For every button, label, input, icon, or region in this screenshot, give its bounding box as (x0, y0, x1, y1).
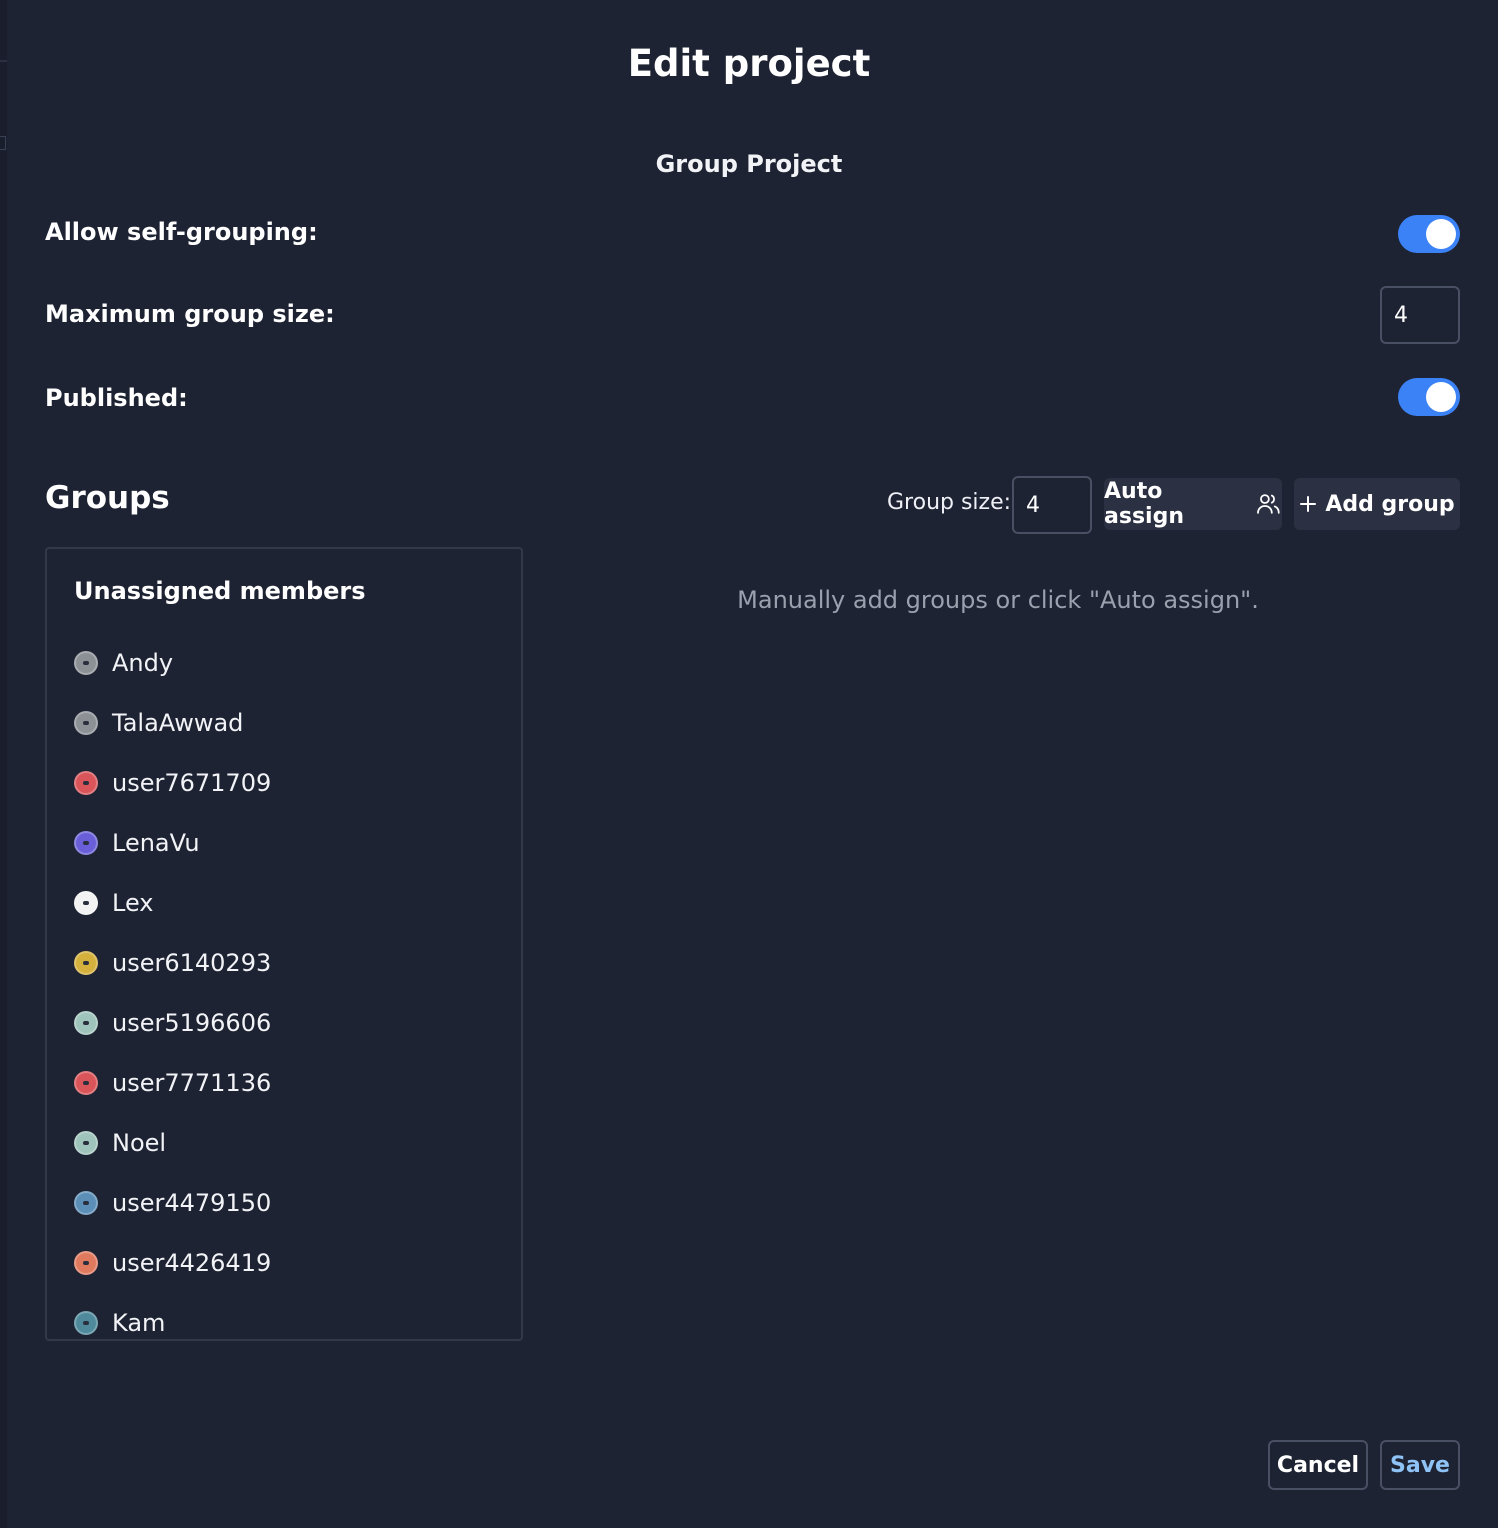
member-name: Lex (112, 889, 154, 917)
max-group-size-input[interactable]: 4 (1380, 286, 1460, 344)
max-group-size-label: Maximum group size: (45, 300, 335, 328)
list-item[interactable]: Kam (74, 1293, 271, 1353)
member-name: Kam (112, 1309, 166, 1337)
member-name: user7671709 (112, 769, 272, 797)
cancel-button[interactable]: Cancel (1268, 1440, 1368, 1490)
member-name: Andy (112, 649, 174, 677)
avatar (74, 891, 98, 915)
list-item[interactable]: Andy (74, 633, 271, 693)
toggle-knob (1426, 219, 1456, 249)
avatar (74, 711, 98, 735)
project-name: Group Project (655, 150, 843, 178)
list-item[interactable]: LenaVu (74, 813, 271, 873)
member-name: user5196606 (112, 1009, 272, 1037)
member-list: Andy TalaAwwad user7671709 LenaVu Lex user614… (74, 633, 271, 1353)
avatar (74, 1251, 98, 1275)
save-button[interactable]: Save (1380, 1440, 1460, 1490)
group-size-input[interactable]: 4 (1012, 476, 1092, 534)
add-group-button[interactable]: Add group (1294, 478, 1460, 530)
avatar (74, 1071, 98, 1095)
list-item[interactable]: Lex (74, 873, 271, 933)
member-name: LenaVu (112, 829, 200, 857)
avatar (74, 951, 98, 975)
add-group-label: Add group (1325, 491, 1455, 517)
list-item[interactable]: user4426419 (74, 1233, 271, 1293)
auto-assign-button[interactable]: Auto assign (1104, 478, 1282, 530)
member-name: user4426419 (112, 1249, 272, 1277)
edge-handle (0, 136, 6, 150)
avatar (74, 771, 98, 795)
list-item[interactable]: user5196606 (74, 993, 271, 1053)
background-edge (0, 0, 7, 1528)
member-name: user4479150 (112, 1189, 272, 1217)
auto-assign-label: Auto assign (1104, 479, 1184, 529)
avatar (74, 1011, 98, 1035)
list-item[interactable]: user7671709 (74, 753, 271, 813)
list-item[interactable]: TalaAwwad (74, 693, 271, 753)
avatar (74, 651, 98, 675)
users-icon (1257, 494, 1280, 514)
group-size-label: Group size: (887, 490, 1012, 515)
toggle-knob (1426, 382, 1456, 412)
member-name: Noel (112, 1129, 167, 1157)
list-item[interactable]: user7771136 (74, 1053, 271, 1113)
list-item[interactable]: user6140293 (74, 933, 271, 993)
list-item[interactable]: user4479150 (74, 1173, 271, 1233)
empty-groups-hint: Manually add groups or click "Auto assig… (737, 586, 1259, 614)
unassigned-members-heading: Unassigned members (74, 577, 366, 605)
allow-self-grouping-toggle[interactable] (1398, 215, 1460, 253)
member-name: user7771136 (112, 1069, 272, 1097)
avatar (74, 1311, 98, 1335)
member-name: TalaAwwad (112, 709, 244, 737)
avatar (74, 831, 98, 855)
published-toggle[interactable] (1398, 378, 1460, 416)
unassigned-members-panel: Unassigned members Andy TalaAwwad user7671… (45, 547, 523, 1341)
allow-self-grouping-label: Allow self-grouping: (45, 218, 318, 246)
avatar (74, 1191, 98, 1215)
avatar (74, 1131, 98, 1155)
list-item[interactable]: Noel (74, 1113, 271, 1173)
plus-icon (1300, 496, 1317, 512)
published-label: Published: (45, 384, 188, 412)
member-name: user6140293 (112, 949, 272, 977)
dialog-title: Edit project (627, 42, 871, 85)
groups-heading: Groups (45, 480, 170, 516)
